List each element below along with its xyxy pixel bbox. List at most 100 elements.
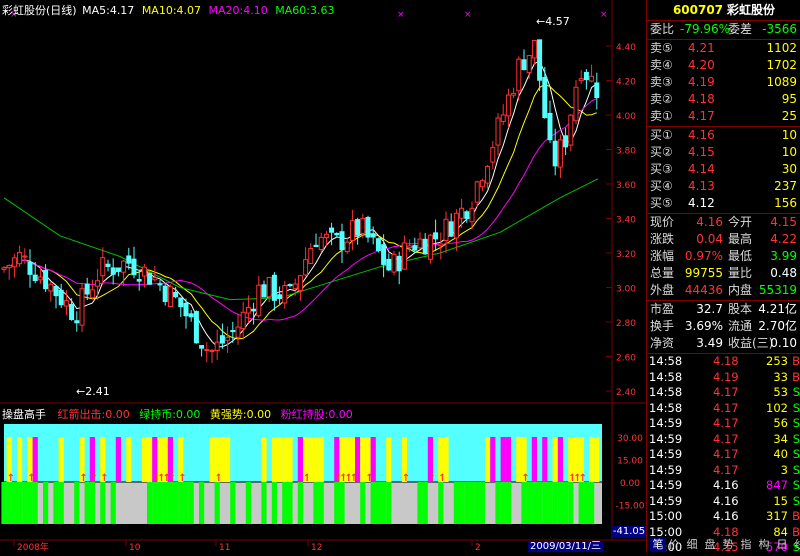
candle-body: [287, 284, 293, 287]
indicator-green-bar: [199, 482, 205, 524]
candle-body: [427, 234, 433, 260]
tick-volume: 317: [766, 509, 788, 523]
bottom-tab-8[interactable]: 日: [774, 538, 790, 552]
bottom-tab-2[interactable]: 价: [666, 538, 682, 552]
candle-body: [360, 217, 366, 234]
indicator-green-bar: [386, 482, 392, 524]
tick-row: 14:58 4.18 253 B: [649, 354, 800, 370]
candle-body: [17, 251, 23, 265]
indicator-green-bar: [27, 482, 33, 524]
tick-row: 14:59 4.17 3 S: [649, 463, 800, 479]
tick-direction: S: [792, 431, 800, 446]
tick-volume: 40: [773, 447, 788, 461]
candle-body: [63, 300, 69, 307]
candle-body: [490, 146, 496, 163]
candle-body: [583, 71, 589, 81]
ask-row: 卖① 4.17 25: [650, 108, 799, 125]
indicator-green-bar: [173, 482, 179, 524]
tick-volume: 56: [773, 416, 788, 430]
fund-label: 股本: [728, 302, 753, 316]
tick-price: 4.17: [713, 385, 739, 399]
bottom-tab-9[interactable]: 线: [792, 538, 800, 552]
bottom-tab-3[interactable]: 细: [684, 538, 700, 552]
indicator-yellow-bar: [261, 437, 267, 482]
bid-price: 4.13: [688, 179, 715, 193]
indicator-yellow-bar: [386, 437, 392, 482]
stat-row: 涨跌 0.04 最高 4.22: [650, 231, 799, 248]
marker-x-icon: ×: [397, 10, 405, 20]
indicator-green-bar: [521, 482, 527, 524]
arrow-left-icon: ←: [536, 15, 546, 28]
bottom-tab-5[interactable]: 势: [720, 538, 736, 552]
candle-body: [110, 267, 116, 275]
stock-title: 600707 彩虹股份: [647, 0, 800, 21]
kline-chart-area[interactable]: ↑ ↑ ↑ ↑ ↑ ↑ ↑ ↑ ↑ ↑ ↑ ↑ ↑ ↑ ↑ ↑ ↑ ↑ ↑ ↑ ↑ ↑ ↑ ↑ 4.40 4.20 4.00 3.8…: [0, 0, 646, 552]
candle-body: [53, 285, 59, 297]
candle-body: [578, 78, 584, 82]
indicator-name: 操盘高手: [2, 408, 46, 421]
bottom-tab-4[interactable]: 盘: [702, 538, 718, 552]
indicator-green-bar: [271, 482, 277, 524]
ask-row: 卖④ 4.20 1702: [650, 57, 799, 74]
candle-body: [568, 114, 574, 146]
indicator-green-bar: [11, 482, 17, 524]
bottom-tab-1[interactable]: 笔: [650, 538, 666, 552]
price-axis-label: 3.00: [616, 285, 636, 295]
fund-label: 净资: [650, 336, 675, 350]
fund-label: 流通: [728, 319, 753, 333]
indicator-yellow-bar: [443, 437, 449, 482]
indicator-green-bar: [500, 482, 506, 524]
candle-body: [505, 94, 511, 117]
tick-row: 14:58 4.17 102 S: [649, 401, 800, 417]
tick-price: 4.19: [713, 369, 739, 384]
bottom-tab-7[interactable]: 构: [756, 538, 772, 552]
quote-panel: 600707 彩虹股份 委比 -79.96% 委差 -3566 卖⑤ 4.21 1102 卖④ 4…: [646, 0, 800, 554]
candle-body: [401, 242, 407, 270]
tick-direction: B: [792, 369, 800, 384]
candle-body: [157, 283, 163, 286]
bottom-tab-6[interactable]: 指: [738, 538, 754, 552]
bid-row: 买② 4.15 10: [650, 144, 799, 161]
tick-row: 14:59 4.17 34 S: [649, 432, 800, 448]
candle-body: [162, 285, 168, 302]
stat-row: 总量 99755 量比 0.48: [650, 265, 799, 282]
indicator-yellow-bar: [141, 437, 147, 482]
price-axis-label: 2.80: [616, 319, 636, 329]
stat-value: 4.16: [696, 215, 723, 229]
indicator-pink-bar: [500, 437, 506, 482]
stat-label: 总量: [650, 266, 675, 280]
candle-body: [381, 244, 387, 265]
stat-row: 外盘 44436 内盘 55319: [650, 282, 799, 299]
indicator-green-bar: [147, 482, 153, 524]
ask-label: 卖③: [650, 75, 673, 89]
indicator-yellow-bar: [318, 437, 324, 482]
candle-body: [552, 140, 558, 167]
indicator-pink-bar: [32, 437, 38, 482]
stat-label: 内盘: [728, 283, 753, 297]
tick-time: 14:58: [649, 354, 683, 368]
indicator-yellow-bar: [219, 437, 225, 482]
indicator-green-bar: [318, 482, 324, 524]
tick-time: 14:59: [649, 431, 683, 446]
candle-body: [355, 219, 361, 236]
kline-chart-svg[interactable]: ↑ ↑ ↑ ↑ ↑ ↑↑↑↑ ↑ ↑ ↑ ↑↑↑↑ ↑ ↑ ↑ ↑ ↑ ↑↑↑ 4.404.204.003.8…: [0, 0, 646, 552]
indicator-pink-bar: [531, 437, 537, 482]
tick-price: 4.18: [713, 354, 739, 368]
chart-header: 彩虹股份(日线) MA5:4.17 MA10:4.07 MA20:4.10 MA…: [2, 2, 334, 17]
fund-row: 市盈 32.7 股本 4.21亿: [650, 301, 799, 318]
bid-label: 买②: [650, 145, 673, 159]
candle-body: [521, 59, 527, 71]
price-axis-label: 2.60: [616, 354, 636, 364]
candle-body: [37, 276, 43, 281]
tick-price: 4.16: [713, 478, 739, 492]
fund-row: 换手 3.69% 流通 2.70亿: [650, 318, 799, 335]
candle-body: [193, 311, 199, 344]
candle-body: [459, 207, 465, 219]
tick-time: 14:59: [649, 478, 683, 492]
bid-price: 4.16: [688, 128, 715, 142]
price-axis-label: 4.20: [616, 78, 636, 88]
candle-body: [147, 273, 153, 285]
candle-body: [167, 286, 173, 307]
tick-volume: 53: [773, 385, 788, 399]
candle-body: [292, 283, 298, 290]
